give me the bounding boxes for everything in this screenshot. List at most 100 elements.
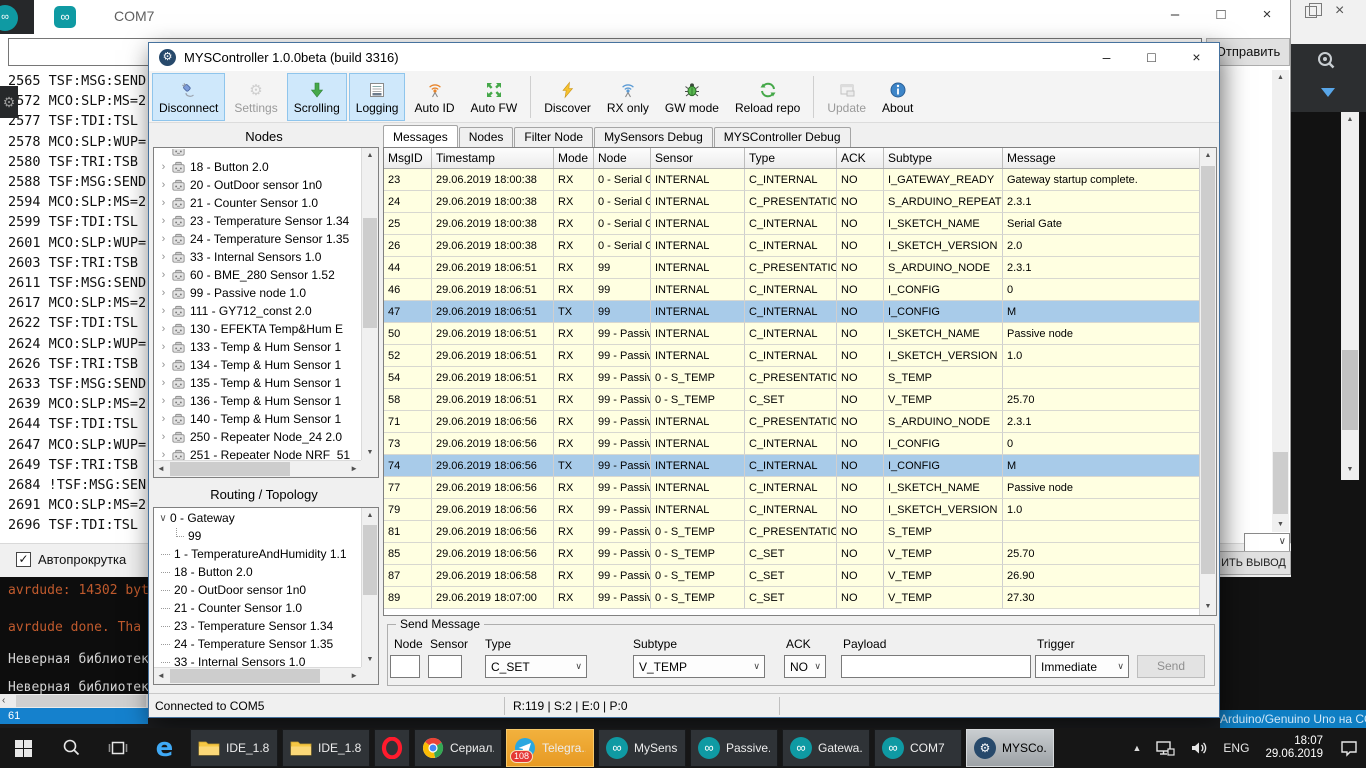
chevron-right-icon[interactable]: › <box>157 341 170 353</box>
chevron-right-icon[interactable]: › <box>157 161 170 173</box>
table-row-msg-81[interactable]: 8129.06.2019 18:06:56RX99 - Passive0 - S… <box>384 521 1199 543</box>
toolbar-button-about[interactable]: About <box>875 73 920 121</box>
subtype-select[interactable]: V_TEMP ∨ <box>633 655 765 678</box>
routing-item-21[interactable]: 21 - Counter Sensor 1.0 <box>154 599 361 617</box>
chevron-right-icon[interactable]: › <box>157 287 170 299</box>
scroll-right-icon[interactable]: ► <box>350 461 358 477</box>
routing-item-18[interactable]: 18 - Button 2.0 <box>154 563 361 581</box>
serial-monitor-button-icon[interactable] <box>1315 50 1337 77</box>
table-row-msg-50[interactable]: 5029.06.2019 18:06:51RX99 - PassiveINTER… <box>384 323 1199 345</box>
tab-nodes[interactable]: Nodes <box>459 127 514 147</box>
tree-item-node-250[interactable]: ›250 - Repeater Node_24 2.0 <box>154 428 361 446</box>
tree-item-node-23[interactable]: ›23 - Temperature Sensor 1.34 <box>154 212 361 230</box>
taskbar-app-gatewa[interactable]: ∞Gatewa... <box>782 729 870 767</box>
tree-item-node-133[interactable]: ›133 - Temp & Hum Sensor 1 <box>154 338 361 356</box>
table-row-msg-74[interactable]: 7429.06.2019 18:06:56TX99 - PassiveINTER… <box>384 455 1199 477</box>
scroll-down-icon[interactable]: ▼ <box>362 652 378 667</box>
column-header-sensor[interactable]: Sensor <box>651 148 745 168</box>
scroll-thumb[interactable] <box>16 695 146 707</box>
restore-icon[interactable] <box>1305 6 1317 18</box>
table-row-msg-44[interactable]: 4429.06.2019 18:06:51RX99INTERNALC_PRESE… <box>384 257 1199 279</box>
tree-item-node-99[interactable]: ›99 - Passive node 1.0 <box>154 284 361 302</box>
routing-item-20[interactable]: 20 - OutDoor sensor 1n0 <box>154 581 361 599</box>
column-header-type[interactable]: Type <box>745 148 837 168</box>
table-row-msg-79[interactable]: 7929.06.2019 18:06:56RX99 - PassiveINTER… <box>384 499 1199 521</box>
scroll-down-icon[interactable]: ▼ <box>1200 599 1216 615</box>
column-header-message[interactable]: Message <box>1003 148 1199 168</box>
table-row-msg-89[interactable]: 8929.06.2019 18:07:00RX99 - Passive0 - S… <box>384 587 1199 609</box>
toolbar-button-settings[interactable]: ⚙Settings <box>227 73 284 121</box>
table-row-msg-77[interactable]: 7729.06.2019 18:06:56RX99 - PassiveINTER… <box>384 477 1199 499</box>
taskbar-search-button[interactable] <box>47 728 94 768</box>
maximize-icon[interactable]: □ <box>1198 0 1244 30</box>
node-field[interactable] <box>390 655 420 678</box>
sensor-field[interactable] <box>428 655 462 678</box>
scroll-left-icon[interactable]: ‹ <box>2 694 5 708</box>
table-row-msg-26[interactable]: 2629.06.2019 18:00:38RX0 - Serial Gatewa… <box>384 235 1199 257</box>
scroll-thumb[interactable] <box>363 218 377 328</box>
tray-expand-icon[interactable]: ▲ <box>1126 728 1149 768</box>
chevron-down-icon[interactable]: ∨ <box>156 513 170 524</box>
minimize-icon[interactable]: – <box>1084 43 1129 71</box>
ide-horizontal-scrollbar[interactable]: ‹ <box>0 694 148 708</box>
close-icon[interactable]: × <box>1174 43 1219 71</box>
table-row-msg-25[interactable]: 2529.06.2019 18:00:38RX0 - Serial Gatewa… <box>384 213 1199 235</box>
scroll-thumb[interactable] <box>170 669 320 683</box>
chevron-right-icon[interactable]: › <box>157 449 170 460</box>
toolbar-button-gw-mode[interactable]: GW mode <box>658 73 726 121</box>
tree-item-node-135[interactable]: ›135 - Temp & Hum Sensor 1 <box>154 374 361 392</box>
routing-item-23[interactable]: 23 - Temperature Sensor 1.34 <box>154 617 361 635</box>
tree-item-node-136[interactable]: ›136 - Temp & Hum Sensor 1 <box>154 392 361 410</box>
taskbar-app-passive[interactable]: ∞Passive... <box>690 729 778 767</box>
taskbar-app-com7[interactable]: ∞COM7 <box>874 729 962 767</box>
payload-field[interactable] <box>841 655 1031 678</box>
column-header-ack[interactable]: ACK <box>837 148 884 168</box>
table-row-msg-71[interactable]: 7129.06.2019 18:06:56RX99 - PassiveINTER… <box>384 411 1199 433</box>
scroll-up-icon[interactable]: ▲ <box>1200 148 1216 164</box>
taskbar-app-opera-icon[interactable] <box>374 729 410 767</box>
chevron-right-icon[interactable]: › <box>157 251 170 263</box>
chevron-right-icon[interactable]: › <box>157 197 170 209</box>
tree-item-node-18[interactable]: ›18 - Button 2.0 <box>154 158 361 176</box>
table-row-msg-46[interactable]: 4629.06.2019 18:06:51RX99INTERNALC_INTER… <box>384 279 1199 301</box>
scroll-down-icon[interactable]: ▼ <box>1341 462 1359 477</box>
scroll-thumb[interactable] <box>363 525 377 595</box>
toolbar-button-rx-only[interactable]: RX only <box>600 73 656 121</box>
taskbar-app-mysco[interactable]: ⚙MYSCo... <box>966 729 1054 767</box>
ack-select[interactable]: NO ∨ <box>784 655 826 678</box>
scroll-right-icon[interactable]: ► <box>350 668 358 684</box>
language-indicator[interactable]: ENG <box>1216 728 1256 768</box>
close-icon[interactable]: × <box>1335 2 1344 20</box>
volume-icon[interactable] <box>1182 728 1216 768</box>
table-row-msg-87[interactable]: 8729.06.2019 18:06:58RX99 - Passive0 - S… <box>384 565 1199 587</box>
chevron-right-icon[interactable]: › <box>157 377 170 389</box>
chevron-right-icon[interactable]: › <box>157 233 170 245</box>
tab-messages[interactable]: Messages <box>383 125 458 147</box>
task-view-button[interactable] <box>94 728 141 768</box>
table-row-msg-23[interactable]: 2329.06.2019 18:00:38RX0 - Serial Gatewa… <box>384 169 1199 191</box>
tree-item-node-60[interactable]: ›60 - BME_280 Sensor 1.52 <box>154 266 361 284</box>
tree-item-node-24[interactable]: ›24 - Temperature Sensor 1.35 <box>154 230 361 248</box>
taskbar-edge-button[interactable]: e <box>141 728 188 768</box>
scroll-left-icon[interactable]: ◄ <box>157 461 165 477</box>
nodes-horizontal-scrollbar[interactable]: ◄ ► <box>154 460 361 477</box>
taskbar-app-ide-1-8[interactable]: IDE_1.8.... <box>190 729 278 767</box>
table-row-msg-58[interactable]: 5829.06.2019 18:06:51RX99 - Passive0 - S… <box>384 389 1199 411</box>
scroll-down-icon[interactable]: ▼ <box>1272 517 1289 532</box>
chevron-right-icon[interactable]: › <box>157 359 170 371</box>
routing-item-99[interactable]: 99 <box>154 527 361 545</box>
tree-item-node-21[interactable]: ›21 - Counter Sensor 1.0 <box>154 194 361 212</box>
routing-item-33[interactable]: 33 - Internal Sensors 1.0 <box>154 653 361 667</box>
clear-output-button[interactable]: ИТЬ ВЫВОД <box>1216 551 1291 575</box>
clock[interactable]: 18:07 29.06.2019 <box>1256 735 1332 761</box>
scroll-thumb[interactable] <box>170 462 290 476</box>
toolbar-button-auto-id[interactable]: Auto ID <box>407 73 461 121</box>
tree-item-node-140[interactable]: ›140 - Temp & Hum Sensor 1 <box>154 410 361 428</box>
table-row-msg-54[interactable]: 5429.06.2019 18:06:51RX99 - Passive0 - S… <box>384 367 1199 389</box>
column-header-msgid[interactable]: MsgID <box>384 148 432 168</box>
network-icon[interactable] <box>1148 728 1182 768</box>
chevron-right-icon[interactable]: › <box>157 269 170 281</box>
routing-item-1[interactable]: 1 - TemperatureAndHumidity 1.1 <box>154 545 361 563</box>
chevron-right-icon[interactable]: › <box>157 395 170 407</box>
taskbar-app-ide-1-8[interactable]: IDE_1.8.... <box>282 729 370 767</box>
